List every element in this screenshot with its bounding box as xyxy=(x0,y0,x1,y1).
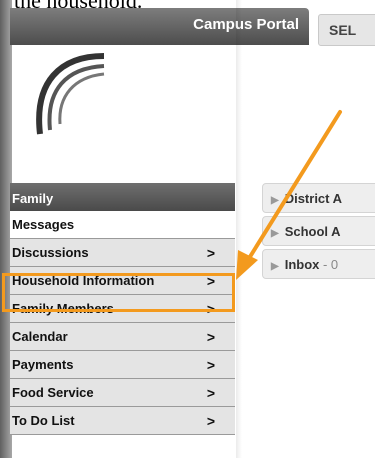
nav-item-food-service[interactable]: Food Service > xyxy=(10,379,235,407)
nav-item-label: Food Service xyxy=(12,385,94,400)
orange-annotation-arrow-icon xyxy=(236,110,342,280)
chevron-right-icon: > xyxy=(206,328,215,345)
nav-item-payments[interactable]: Payments > xyxy=(10,351,235,379)
highlight-box xyxy=(2,273,235,312)
chevron-right-icon: > xyxy=(206,356,215,373)
chevron-right-icon: > xyxy=(206,384,215,401)
select-tab[interactable]: SEL xyxy=(318,14,375,46)
portal-title: Campus Portal xyxy=(193,16,299,33)
campus-arc-logo-icon xyxy=(36,53,105,135)
nav-item-label: Discussions xyxy=(12,245,89,260)
chevron-right-icon: > xyxy=(206,412,215,429)
nav-item-label: Messages xyxy=(12,217,75,232)
nav-item-messages[interactable]: Messages xyxy=(10,211,235,239)
nav-item-label: Payments xyxy=(12,357,74,372)
nav-item-label: Calendar xyxy=(12,329,68,344)
nav-item-to-do-list[interactable]: To Do List > xyxy=(10,407,235,435)
nav-item-discussions[interactable]: Discussions > xyxy=(10,239,235,267)
nav-header-family: Family xyxy=(10,183,235,211)
header-bar: Campus Portal xyxy=(10,8,309,45)
nav-item-calendar[interactable]: Calendar > xyxy=(10,323,235,351)
nav-item-label: To Do List xyxy=(12,413,75,428)
